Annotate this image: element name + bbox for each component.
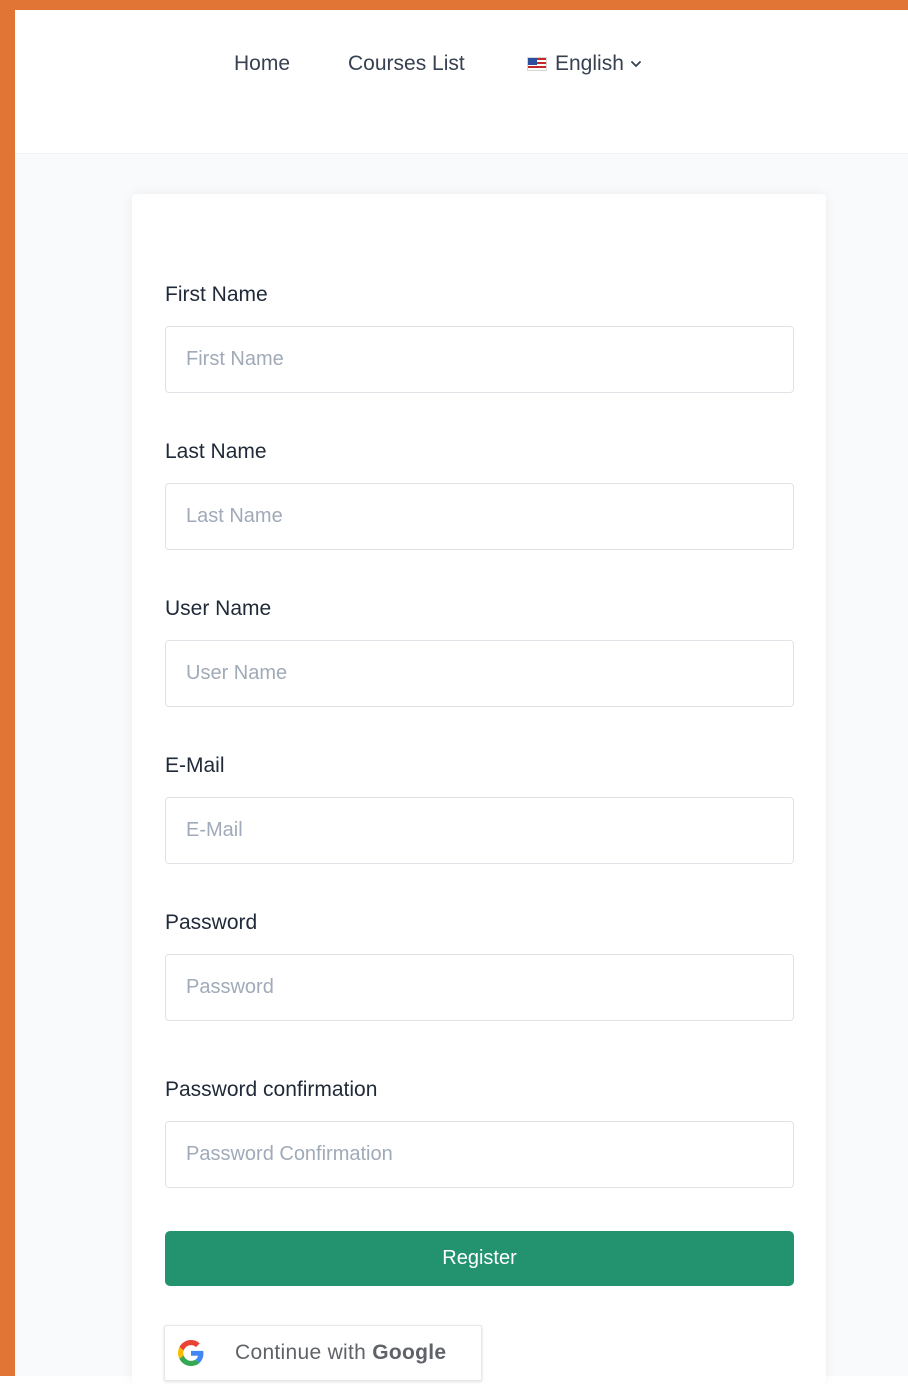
language-dropdown[interactable]: English [527, 50, 642, 78]
password-label: Password [165, 911, 258, 934]
email-input[interactable] [165, 797, 794, 864]
first-name-input[interactable] [165, 326, 794, 393]
language-label: English [555, 52, 624, 75]
register-button[interactable]: Register [165, 1231, 794, 1286]
password-input[interactable] [165, 954, 794, 1021]
us-flag-icon [527, 57, 547, 71]
top-navbar: Home Courses List English [15, 10, 908, 154]
password-confirmation-label: Password confirmation [165, 1078, 378, 1101]
google-button-label: Continue with Google [235, 1341, 447, 1364]
user-name-input[interactable] [165, 640, 794, 707]
nav-home-link[interactable]: Home [234, 50, 290, 78]
password-confirmation-input[interactable] [165, 1121, 794, 1188]
nav-courses-list-link[interactable]: Courses List [348, 50, 465, 78]
user-name-label: User Name [165, 597, 272, 620]
last-name-input[interactable] [165, 483, 794, 550]
window-frame-left [0, 0, 15, 1376]
google-logo-icon [178, 1340, 204, 1366]
window-frame-top [0, 0, 908, 10]
continue-with-google-button[interactable]: Continue with Google [164, 1325, 482, 1381]
first-name-label: First Name [165, 283, 268, 306]
email-label: E-Mail [165, 754, 225, 777]
chevron-down-icon [630, 61, 641, 67]
last-name-label: Last Name [165, 440, 267, 463]
